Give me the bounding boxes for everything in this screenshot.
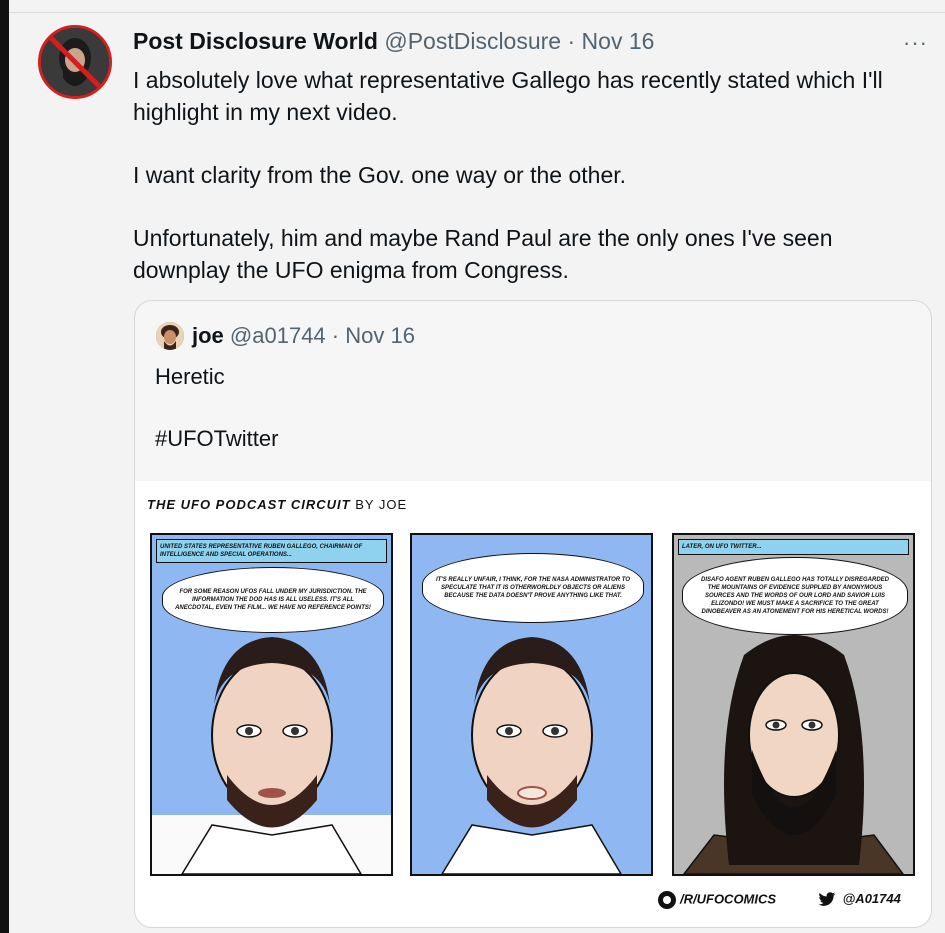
tweet-body: I absolutely love what representative Ga… [133,64,923,286]
twitter-credit-text: @A01744 [842,891,901,906]
comic-panel-1: UNITED STATES REPRESENTATIVE RUBEN GALLE… [150,533,393,876]
tweet-header: Post Disclosure World @PostDisclosure · … [133,28,654,55]
comic-panel-3: LATER, ON UFO TWITTER... DISAFO AGENT RU… [672,533,915,876]
tweet-paragraph: I want clarity from the Gov. one way or … [133,162,627,188]
tweet-paragraph: Unfortunately, him and maybe Rand Paul a… [133,225,833,283]
quoted-tweet-date: Nov 16 [345,323,415,348]
speech-bubble: FOR SOME REASON UFOS FALL UNDER MY JURIS… [162,567,384,633]
quoted-author-handle: @a01744 [229,323,326,348]
tweet-paragraph: I absolutely love what representative Ga… [133,67,883,125]
quoted-author-avatar [156,322,184,350]
author-name[interactable]: Post Disclosure World [133,28,378,54]
reddit-icon [658,891,676,909]
window-edge [0,0,9,933]
comic-title-text: THE UFO PODCAST CIRCUIT [147,497,351,512]
reddit-credit: /R/UFOCOMICS [658,891,776,909]
quoted-tweet[interactable]: joe @a01744 · Nov 16 Heretic #UFOTwitter… [134,300,932,928]
more-options-icon[interactable]: ··· [903,30,928,56]
quoted-paragraph: Heretic [155,364,225,389]
quoted-tweet-header: joe @a01744 · Nov 16 [192,323,415,349]
panel-caption: UNITED STATES REPRESENTATIVE RUBEN GALLE… [156,539,387,563]
separator: · [567,28,576,54]
speech-bubble: DISAFO AGENT RUBEN GALLEGO HAS TOTALLY D… [682,557,908,635]
comic-title-by: BY JOE [355,497,408,512]
author-avatar[interactable] [38,25,112,99]
quoted-author-name: joe [192,323,224,348]
comic-image[interactable]: THE UFO PODCAST CIRCUIT BY JOE UNITED ST… [135,481,931,927]
tweet-date[interactable]: Nov 16 [582,28,655,54]
quoted-hashtag: #UFOTwitter [155,426,279,451]
author-handle[interactable]: @PostDisclosure [384,28,561,54]
reddit-credit-text: /R/UFOCOMICS [680,891,777,907]
speech-bubble: IT'S REALLY UNFAIR, I THINK, FOR THE NAS… [422,553,644,623]
comic-panel-2: IT'S REALLY UNFAIR, I THINK, FOR THE NAS… [410,533,653,876]
twitter-credit: @A01744 [818,891,901,907]
quoted-tweet-body: Heretic #UFOTwitter [155,362,278,454]
panel-caption: LATER, ON UFO TWITTER... [678,539,909,555]
divider [9,12,945,13]
separator: · [331,323,340,348]
comic-title: THE UFO PODCAST CIRCUIT BY JOE [147,497,407,512]
twitter-bird-icon [818,891,843,906]
